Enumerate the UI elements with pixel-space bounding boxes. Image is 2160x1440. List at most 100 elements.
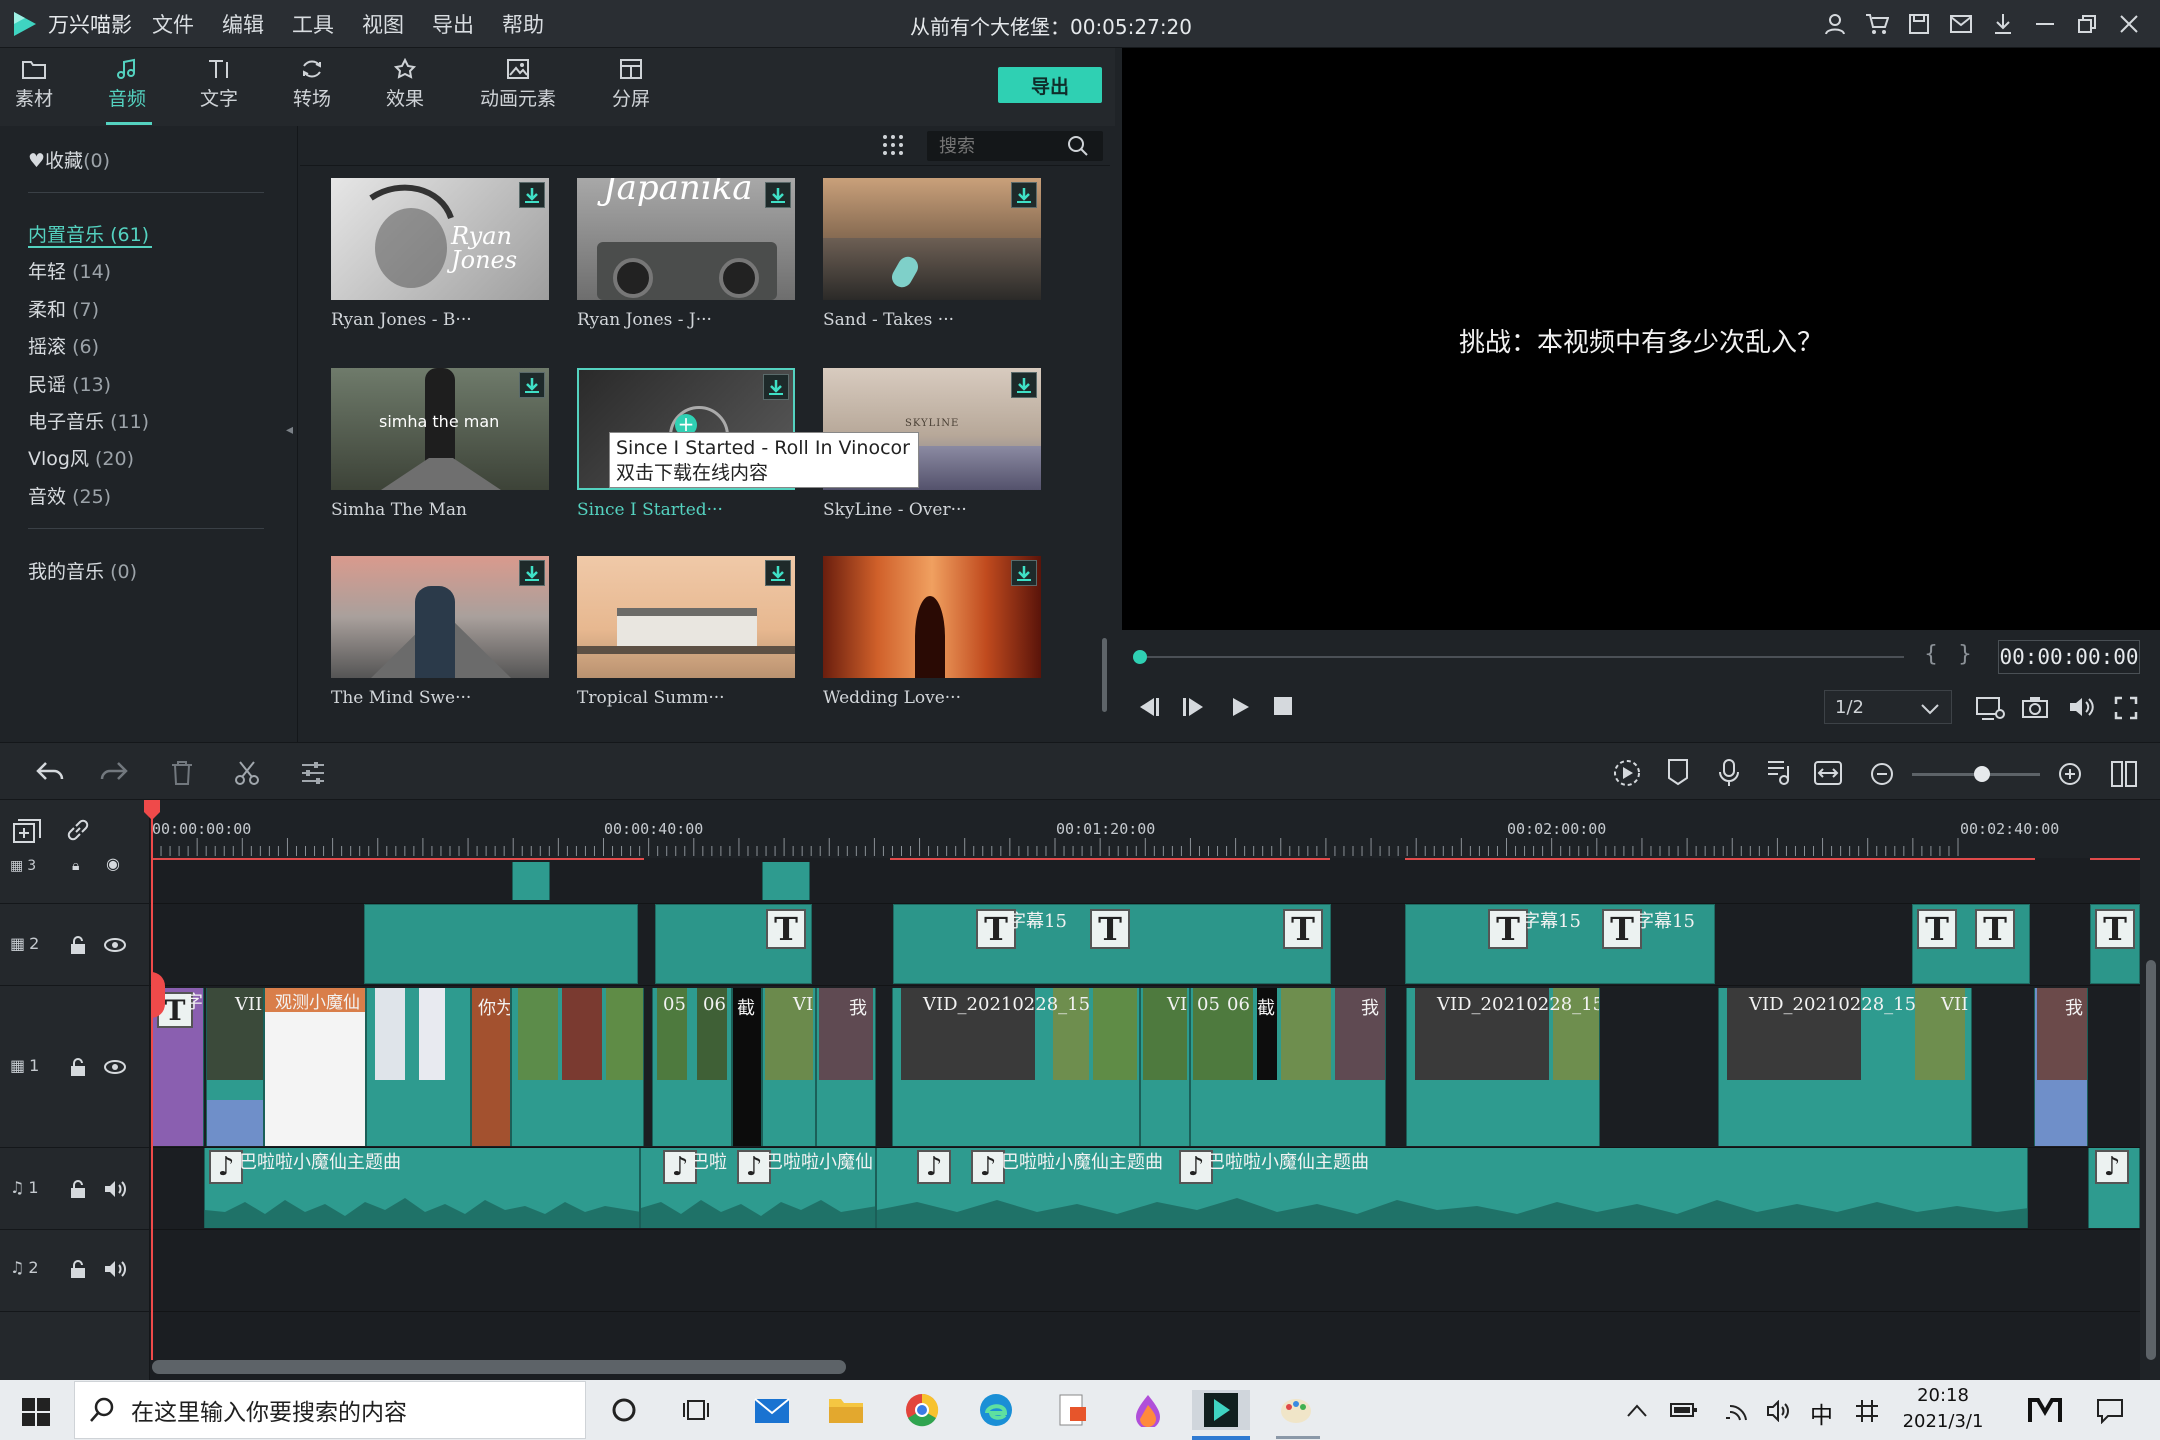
audio-clip[interactable]: ♪ 巴啦 ♪ 巴啦啦小魔仙 bbox=[640, 1148, 876, 1228]
timeline-clip[interactable] bbox=[762, 862, 810, 900]
tab-media[interactable]: 素材 bbox=[12, 58, 56, 111]
mark-out-icon[interactable]: } bbox=[1958, 642, 1972, 667]
sidebar-item-my-music[interactable]: 我的音乐 (0) bbox=[28, 557, 137, 584]
sidebar-item-folk[interactable]: 民谣 (13) bbox=[28, 370, 111, 397]
zoom-slider-handle[interactable] bbox=[1974, 766, 1990, 782]
ime-indicator[interactable]: 中 bbox=[1810, 1396, 1833, 1430]
download-icon[interactable] bbox=[519, 182, 545, 208]
cart-icon[interactable] bbox=[1856, 8, 1898, 40]
document-app-icon[interactable] bbox=[1052, 1390, 1092, 1430]
video-clip[interactable]: 观测小魔仙 bbox=[264, 988, 366, 1146]
menu-help[interactable]: 帮助 bbox=[502, 9, 544, 39]
paint-app-icon[interactable] bbox=[1128, 1390, 1168, 1430]
cortana-icon[interactable] bbox=[604, 1390, 644, 1430]
video-clip[interactable]: VID_20210228_15 VII bbox=[1718, 988, 1972, 1146]
playhead[interactable] bbox=[151, 800, 153, 1360]
music-card[interactable] bbox=[577, 556, 795, 678]
taskbar-search[interactable]: 在这里输入你要搜索的内容 bbox=[74, 1381, 586, 1439]
mark-in-icon[interactable]: { bbox=[1924, 642, 1938, 667]
scissors-icon[interactable] bbox=[234, 760, 260, 786]
library-scrollbar[interactable] bbox=[1102, 638, 1107, 712]
edge-icon[interactable] bbox=[976, 1390, 1016, 1430]
delete-icon[interactable] bbox=[170, 760, 194, 786]
lock-icon[interactable]: 🔒︎ bbox=[72, 858, 79, 874]
preview-quality-select[interactable]: 1/2 bbox=[1824, 690, 1952, 724]
video-clip[interactable]: VI bbox=[762, 988, 816, 1146]
video-clip[interactable] bbox=[511, 988, 644, 1146]
sidebar-item-favorites[interactable]: ♥收藏(0) bbox=[28, 146, 110, 173]
video-clip[interactable]: VID_20210228_15 bbox=[892, 988, 1140, 1146]
speaker-icon[interactable] bbox=[104, 1180, 128, 1198]
menu-edit[interactable]: 编辑 bbox=[222, 9, 264, 39]
task-view-icon[interactable] bbox=[676, 1390, 716, 1430]
tab-effects[interactable]: 效果 bbox=[382, 58, 428, 111]
wifi-icon[interactable] bbox=[1724, 1398, 1748, 1422]
sidebar-item-builtin-music[interactable]: 内置音乐 (61) bbox=[28, 220, 149, 247]
video-clip[interactable]: 05 06 截 我 bbox=[1190, 988, 1386, 1146]
fullscreen-icon[interactable] bbox=[2114, 696, 2138, 720]
video-clip[interactable]: VID_20210228_15 bbox=[1406, 988, 1600, 1146]
subtitle-clip[interactable] bbox=[364, 904, 638, 984]
menu-file[interactable]: 文件 bbox=[152, 9, 194, 39]
lock-icon[interactable] bbox=[70, 1180, 86, 1198]
taskbar-clock[interactable]: 20:18 2021/3/1 bbox=[1888, 1383, 1998, 1435]
menu-view[interactable]: 视图 bbox=[362, 9, 404, 39]
timeline-clip[interactable] bbox=[512, 862, 550, 900]
restore-icon[interactable] bbox=[2066, 8, 2108, 40]
subtitle-clip[interactable]: T bbox=[655, 904, 812, 984]
music-card[interactable] bbox=[823, 178, 1041, 300]
music-card[interactable] bbox=[331, 556, 549, 678]
microphone-icon[interactable] bbox=[1718, 758, 1740, 788]
adjust-icon[interactable] bbox=[300, 760, 326, 786]
video-clip[interactable]: 我 bbox=[2034, 988, 2088, 1146]
close-icon[interactable] bbox=[2108, 8, 2150, 40]
marker-icon[interactable] bbox=[1666, 758, 1690, 786]
export-button[interactable]: 导出 bbox=[998, 67, 1102, 103]
audio-clip[interactable]: ♪ 巴啦啦小魔仙主题曲 bbox=[204, 1148, 640, 1228]
chrome-icon[interactable] bbox=[902, 1390, 942, 1430]
tab-text[interactable]: 文字 bbox=[196, 58, 242, 111]
video-clip[interactable]: 05 06 bbox=[652, 988, 732, 1146]
scrubber-handle[interactable] bbox=[1133, 650, 1147, 664]
sidebar-item-soft[interactable]: 柔和 (7) bbox=[28, 295, 99, 322]
chevron-up-icon[interactable] bbox=[1626, 1402, 1648, 1418]
prev-frame-icon[interactable] bbox=[1136, 696, 1160, 718]
video-clip[interactable] bbox=[366, 988, 471, 1146]
eye-icon[interactable]: ◉ bbox=[106, 854, 120, 873]
lock-icon[interactable] bbox=[70, 1058, 86, 1076]
sidebar-item-electronic[interactable]: 电子音乐 (11) bbox=[28, 407, 149, 434]
menu-tools[interactable]: 工具 bbox=[292, 9, 334, 39]
redo-icon[interactable] bbox=[100, 760, 128, 784]
snapshot-icon[interactable] bbox=[2022, 696, 2048, 718]
music-card[interactable]: simha the man bbox=[331, 368, 549, 490]
video-clip[interactable]: VII bbox=[206, 988, 264, 1146]
save-icon[interactable] bbox=[1898, 8, 1940, 40]
eye-icon[interactable] bbox=[104, 938, 126, 952]
music-card[interactable]: Ryan Jones bbox=[331, 178, 549, 300]
add-track-icon[interactable] bbox=[12, 818, 42, 844]
video-clip[interactable]: 你为 bbox=[471, 988, 511, 1146]
account-icon[interactable] bbox=[1814, 8, 1856, 40]
ime-grid-icon[interactable] bbox=[1854, 1398, 1880, 1424]
battery-icon[interactable] bbox=[1670, 1400, 1698, 1420]
eye-icon[interactable] bbox=[104, 1060, 126, 1074]
tab-transition[interactable]: 转场 bbox=[289, 58, 335, 111]
filmora-taskbar-icon[interactable] bbox=[1192, 1390, 1250, 1430]
display-settings-icon[interactable] bbox=[1976, 696, 2006, 722]
undo-icon[interactable] bbox=[36, 760, 64, 784]
download-icon[interactable] bbox=[519, 560, 545, 586]
grid-view-icon[interactable] bbox=[882, 134, 904, 156]
subtitle-clip[interactable]: T 字幕15 T 字幕15 bbox=[1405, 904, 1715, 984]
minimize-icon[interactable] bbox=[2024, 8, 2066, 40]
video-clip[interactable]: VI bbox=[1140, 988, 1190, 1146]
play-icon[interactable] bbox=[1230, 696, 1252, 718]
download-icon[interactable] bbox=[1011, 560, 1037, 586]
search-input[interactable] bbox=[927, 131, 1067, 161]
subtitle-clip[interactable]: T T bbox=[1912, 904, 2030, 984]
volume-icon[interactable] bbox=[2068, 696, 2094, 718]
sidebar-item-rock[interactable]: 摇滚 (6) bbox=[28, 332, 99, 359]
collapse-panel-icon[interactable]: ◂ bbox=[286, 422, 293, 438]
sidebar-item-sound-effects[interactable]: 音效 (25) bbox=[28, 482, 111, 509]
audio-clip[interactable]: ♪ ♪ 巴啦啦小魔仙主题曲 ♪ 巴啦啦小魔仙主题曲 bbox=[876, 1148, 2028, 1228]
subtitle-clip[interactable]: T bbox=[2090, 904, 2140, 984]
